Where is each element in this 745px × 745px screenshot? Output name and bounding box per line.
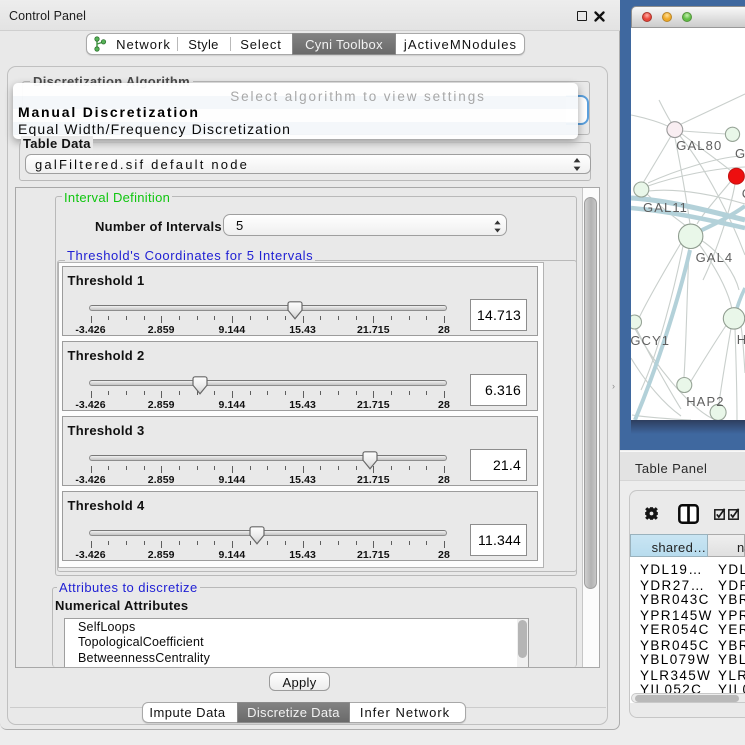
svg-text:GAL11: GAL11	[643, 200, 688, 215]
svg-text:GAL80: GAL80	[676, 138, 722, 153]
svg-text:GA: GA	[735, 146, 745, 161]
svg-text:GCY1: GCY1	[631, 333, 670, 348]
svg-text:HAP2: HAP2	[686, 394, 724, 409]
svg-text:H: H	[737, 332, 745, 347]
svg-text:GAL4: GAL4	[696, 250, 734, 265]
